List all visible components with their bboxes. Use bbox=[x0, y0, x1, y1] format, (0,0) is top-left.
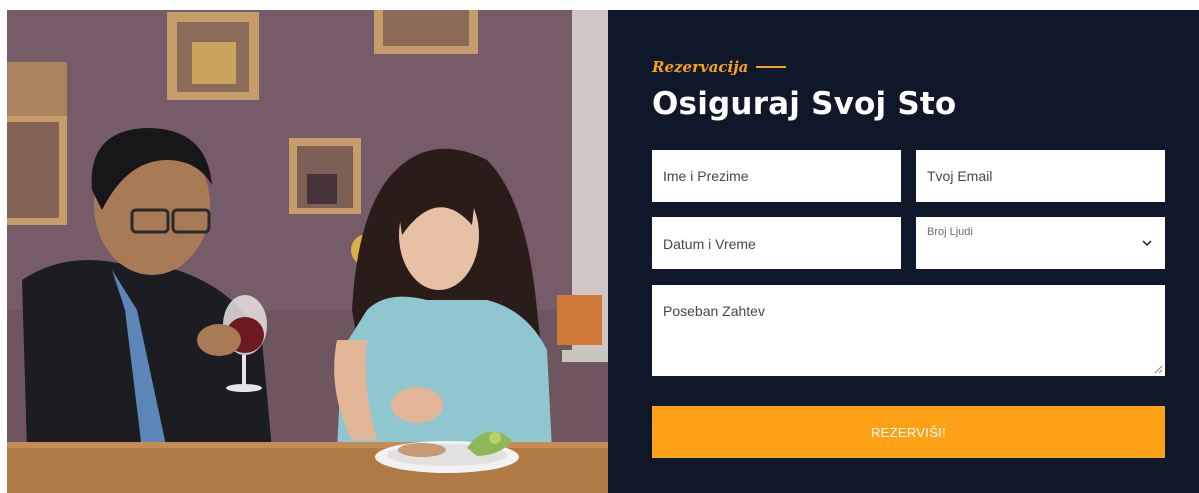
name-placeholder: Ime i Prezime bbox=[663, 168, 749, 184]
people-select[interactable]: Broj Ljudi bbox=[916, 217, 1165, 269]
name-field[interactable]: Ime i Prezime bbox=[652, 150, 901, 202]
reserve-button[interactable]: REZERVIŠI! bbox=[652, 406, 1165, 458]
kicker-text: Rezervacija bbox=[652, 58, 749, 76]
reservation-panel: Rezervacija Osiguraj Svoj Sto Ime i Prez… bbox=[608, 10, 1199, 493]
resize-handle-icon[interactable] bbox=[1154, 365, 1163, 374]
email-field[interactable]: Tvoj Email bbox=[916, 150, 1165, 202]
section-kicker: Rezervacija bbox=[652, 58, 787, 76]
email-placeholder: Tvoj Email bbox=[927, 168, 993, 184]
special-request-textarea[interactable]: Poseban Zahtev bbox=[652, 285, 1165, 376]
kicker-underline bbox=[756, 66, 787, 68]
special-request-placeholder: Poseban Zahtev bbox=[663, 303, 765, 319]
datetime-field[interactable]: Datum i Vreme bbox=[652, 217, 901, 269]
restaurant-couple-photo bbox=[7, 10, 608, 493]
people-select-label: Broj Ljudi bbox=[927, 226, 973, 238]
datetime-placeholder: Datum i Vreme bbox=[663, 236, 756, 252]
chevron-down-icon bbox=[1142, 240, 1152, 247]
page-title: Osiguraj Svoj Sto bbox=[652, 86, 957, 122]
